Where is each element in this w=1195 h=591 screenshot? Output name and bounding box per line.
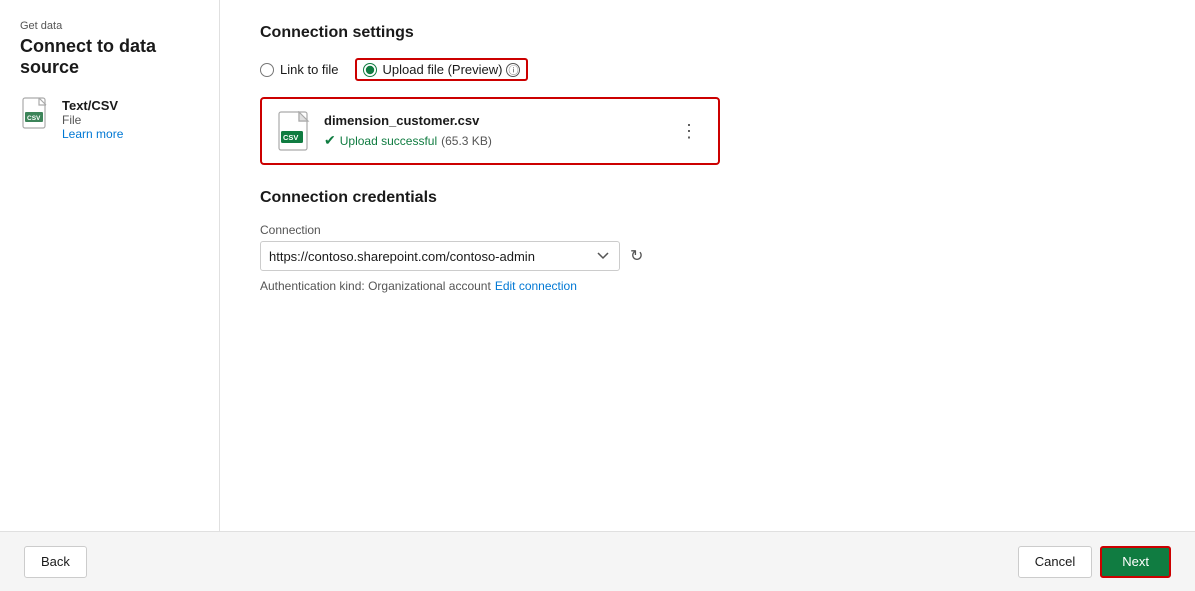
next-button[interactable]: Next [1100,546,1171,578]
radio-link-label: Link to file [280,62,339,77]
csv-file-icon: CSV [20,98,52,130]
back-button[interactable]: Back [24,546,87,578]
file-details: dimension_customer.csv ✔ Upload successf… [324,113,492,149]
footer: Back Cancel Next [0,531,1195,591]
sidebar-item-name: Text/CSV [62,98,123,113]
credentials-section: Connection credentials Connection https:… [260,189,1155,293]
connection-row: https://contoso.sharepoint.com/contoso-a… [260,241,1155,271]
file-upload-box: CSV dimension_customer.csv ✔ Upload succ… [260,97,720,165]
sidebar: Get data Connect to data source CSV Text… [0,0,220,531]
connection-select[interactable]: https://contoso.sharepoint.com/contoso-a… [260,241,620,271]
radio-upload-input[interactable] [363,63,377,77]
file-info: CSV dimension_customer.csv ✔ Upload succ… [278,111,492,151]
connection-field-label: Connection [260,223,1155,237]
refresh-button[interactable]: ↻ [628,244,645,268]
file-menu-button[interactable]: ⋮ [676,118,702,144]
status-check-icon: ✔ [324,132,336,149]
edit-connection-link[interactable]: Edit connection [495,279,577,293]
svg-text:CSV: CSV [27,115,41,122]
connection-settings-title: Connection settings [260,24,1155,42]
footer-right: Cancel Next [1018,546,1171,578]
radio-group: Link to file Upload file (Preview) ⓘ [260,58,1155,81]
breadcrumb: Get data [20,20,199,32]
file-status: ✔ Upload successful (65.3 KB) [324,132,492,149]
learn-more-link[interactable]: Learn more [62,127,123,141]
content-area: Connection settings Link to file Upload … [220,0,1195,531]
auth-label: Authentication kind: Organizational acco… [260,279,491,293]
sidebar-item-textcsv: CSV Text/CSV File Learn more [20,98,199,141]
file-name: dimension_customer.csv [324,113,492,128]
upload-status-text: Upload successful [340,134,437,148]
file-size: (65.3 KB) [441,134,492,148]
footer-left: Back [24,546,87,578]
sidebar-item-info: Text/CSV File Learn more [62,98,123,141]
svg-text:CSV: CSV [283,133,298,142]
auth-row: Authentication kind: Organizational acco… [260,279,1155,293]
cancel-button[interactable]: Cancel [1018,546,1092,578]
radio-link-input[interactable] [260,63,274,77]
radio-upload-label: Upload file (Preview) [383,62,503,77]
file-csv-icon: CSV [278,111,314,151]
sidebar-item-type: File [62,113,123,127]
info-icon[interactable]: ⓘ [506,63,520,77]
radio-upload-file[interactable]: Upload file (Preview) [363,62,503,77]
upload-option-wrapper: Upload file (Preview) ⓘ [355,58,529,81]
page-title: Connect to data source [20,36,199,78]
radio-link-to-file[interactable]: Link to file [260,62,339,77]
credentials-title: Connection credentials [260,189,1155,207]
